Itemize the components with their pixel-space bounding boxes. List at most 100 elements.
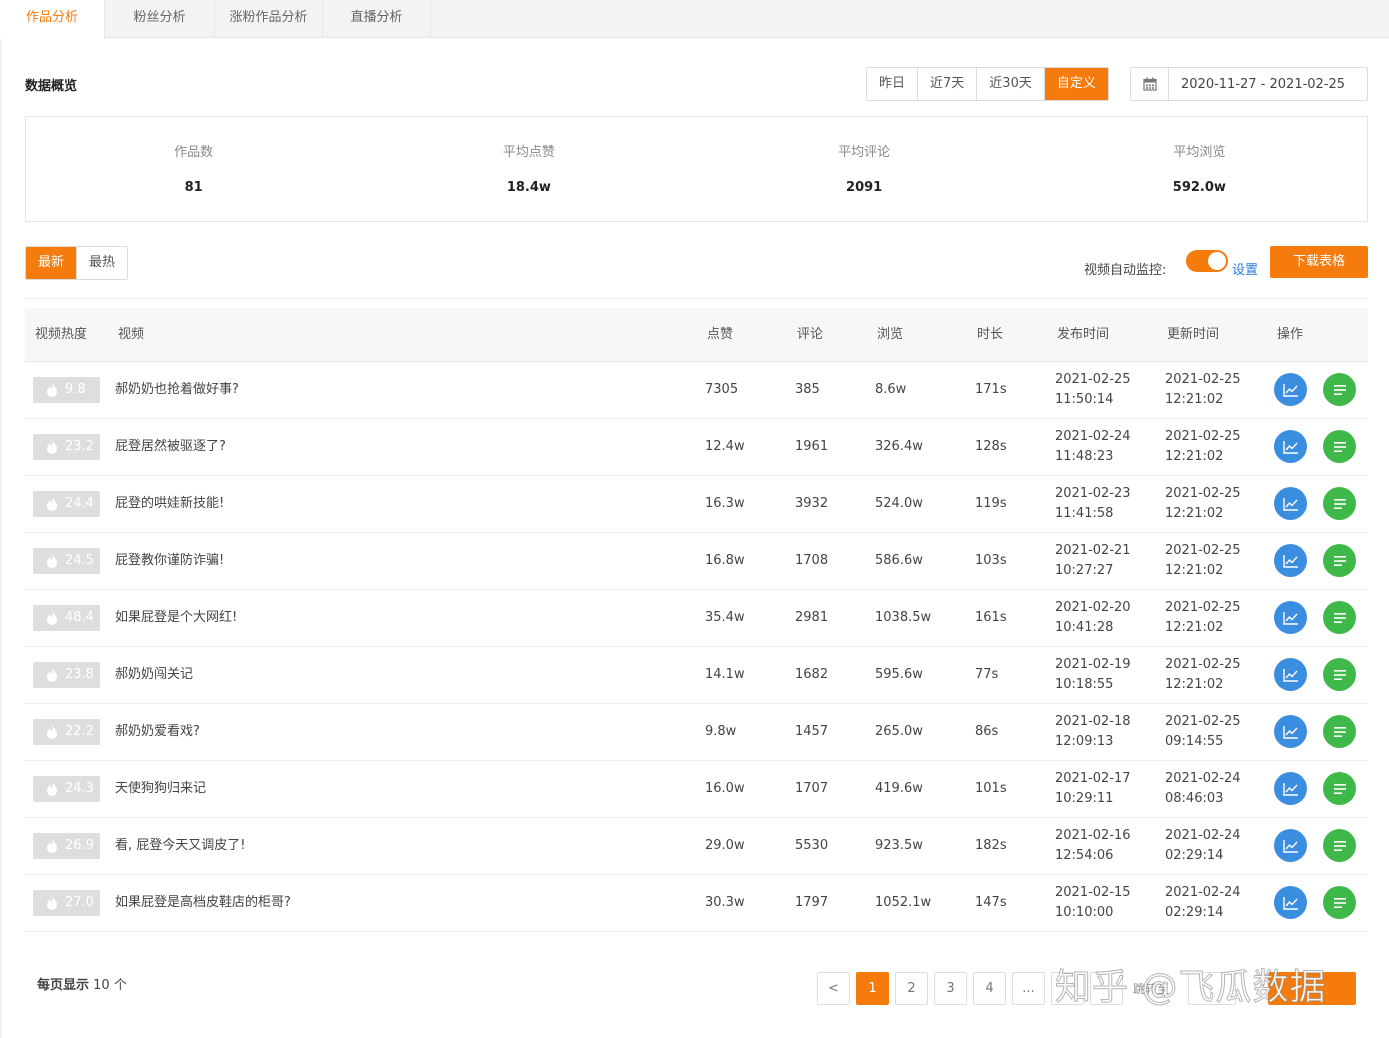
update-time: 2021-02-25 12:21:02	[1165, 655, 1241, 695]
tab-fans-analysis[interactable]: 粉丝分析	[105, 0, 215, 38]
tab-live-analysis[interactable]: 直播分析	[323, 0, 431, 38]
line-chart-icon	[1282, 668, 1298, 682]
update-time: 2021-02-25 12:21:02	[1165, 427, 1241, 467]
update-time: 2021-02-24 08:46:03	[1165, 769, 1241, 809]
flame-icon	[47, 895, 57, 910]
detail-button[interactable]	[1323, 430, 1356, 463]
video-title[interactable]: 如果屁登是高档皮鞋店的柜哥?	[115, 875, 291, 931]
tab-works-analysis[interactable]: 作品分析	[0, 0, 105, 39]
update-clock: 09:14:55	[1165, 734, 1224, 749]
page-button-4[interactable]: 4	[973, 972, 1006, 1005]
list-icon	[1333, 498, 1346, 509]
detail-button[interactable]	[1323, 772, 1356, 805]
comments-value: 1707	[795, 781, 829, 796]
list-icon	[1333, 612, 1346, 623]
likes-value: 7305	[705, 382, 739, 397]
video-title[interactable]: 天使狗狗归来记	[115, 761, 206, 817]
trend-chart-button[interactable]	[1274, 886, 1307, 919]
detail-button[interactable]	[1323, 715, 1356, 748]
update-time: 2021-02-25 09:14:55	[1165, 712, 1241, 752]
heat-badge: 24.5	[33, 548, 100, 574]
publish-time: 2021-02-25 11:50:14	[1055, 370, 1131, 410]
duration-value: 101s	[975, 781, 1007, 796]
trend-chart-button[interactable]	[1274, 829, 1307, 862]
detail-button[interactable]	[1323, 601, 1356, 634]
table-row: 9.8 郝奶奶也抢着做好事? 7305 385 8.6w 171s 2021-0…	[25, 362, 1368, 419]
trend-chart-button[interactable]	[1274, 658, 1307, 691]
update-date: 2021-02-24	[1165, 885, 1241, 900]
video-table-body: 9.8 郝奶奶也抢着做好事? 7305 385 8.6w 171s 2021-0…	[25, 362, 1368, 932]
page-button-1[interactable]: 1	[856, 972, 889, 1005]
publish-date: 2021-02-18	[1055, 714, 1131, 729]
update-clock: 08:46:03	[1165, 791, 1224, 806]
video-title[interactable]: 郝奶奶爱看戏?	[115, 704, 200, 760]
detail-button[interactable]	[1323, 829, 1356, 862]
update-clock: 02:29:14	[1165, 848, 1224, 863]
flame-icon	[47, 382, 57, 397]
calendar-icon	[1131, 68, 1169, 100]
toggle-knob	[1208, 252, 1226, 270]
trend-chart-button[interactable]	[1274, 715, 1307, 748]
update-time: 2021-02-25 12:21:02	[1165, 598, 1241, 638]
trend-chart-button[interactable]	[1274, 487, 1307, 520]
table-row: 24.4 屁登的哄娃新技能! 16.3w 3932 524.0w 119s 20…	[25, 476, 1368, 533]
auto-monitor-label: 视频自动监控:	[1084, 263, 1167, 278]
publish-date: 2021-02-23	[1055, 486, 1131, 501]
video-title[interactable]: 屁登居然被驱逐了?	[115, 419, 226, 475]
page-button-2[interactable]: 2	[895, 972, 928, 1005]
publish-date: 2021-02-16	[1055, 828, 1131, 843]
trend-chart-button[interactable]	[1274, 430, 1307, 463]
video-title[interactable]: 屁登教你谨防诈骗!	[115, 533, 224, 589]
line-chart-icon	[1282, 896, 1298, 910]
comments-value: 1797	[795, 895, 829, 910]
flame-icon	[47, 724, 57, 739]
page-button-3[interactable]: 3	[934, 972, 967, 1005]
detail-button[interactable]	[1323, 544, 1356, 577]
video-title[interactable]: 看, 屁登今天又调皮了!	[115, 818, 245, 874]
video-title[interactable]: 郝奶奶也抢着做好事?	[115, 362, 239, 418]
publish-time: 2021-02-24 11:48:23	[1055, 427, 1131, 467]
video-title[interactable]: 屁登的哄娃新技能!	[115, 476, 224, 532]
publish-date: 2021-02-21	[1055, 543, 1131, 558]
download-table-button[interactable]: 下载表格	[1270, 246, 1368, 278]
trend-chart-button[interactable]	[1274, 772, 1307, 805]
publish-clock: 11:50:14	[1055, 392, 1114, 407]
header-views: 浏览	[877, 327, 904, 342]
views-value: 326.4w	[875, 439, 923, 454]
range-yesterday-button[interactable]: 昨日	[867, 68, 919, 100]
date-range-picker[interactable]: 2020-11-27 - 2021-02-25	[1130, 67, 1368, 101]
sort-hottest-button[interactable]: 最热	[76, 247, 128, 279]
trend-chart-button[interactable]	[1274, 373, 1307, 406]
video-title[interactable]: 郝奶奶闯关记	[115, 647, 193, 703]
video-title[interactable]: 如果屁登是个大网红!	[115, 590, 237, 646]
tab-growth-works-analysis[interactable]: 涨粉作品分析	[215, 0, 323, 38]
update-date: 2021-02-25	[1165, 600, 1241, 615]
comments-value: 5530	[795, 838, 829, 853]
stat-value: 18.4w	[506, 180, 551, 195]
detail-button[interactable]	[1323, 487, 1356, 520]
heat-value: 23.8	[65, 667, 94, 682]
prev-page-button[interactable]: <	[817, 972, 850, 1005]
publish-clock: 11:41:58	[1055, 506, 1114, 521]
heat-value: 24.4	[65, 496, 94, 511]
duration-value: 147s	[975, 895, 1007, 910]
trend-chart-button[interactable]	[1274, 544, 1307, 577]
auto-monitor-toggle[interactable]	[1186, 250, 1228, 272]
sort-latest-button[interactable]: 最新	[26, 247, 77, 279]
comments-value: 1682	[795, 667, 829, 682]
monitor-settings-link[interactable]: 设置	[1232, 259, 1258, 278]
detail-button[interactable]	[1323, 658, 1356, 691]
detail-button[interactable]	[1323, 886, 1356, 919]
trend-chart-button[interactable]	[1274, 601, 1307, 634]
heat-value: 48.4	[65, 610, 94, 625]
detail-button[interactable]	[1323, 373, 1356, 406]
update-clock: 12:21:02	[1165, 392, 1224, 407]
publish-date: 2021-02-25	[1055, 372, 1131, 387]
update-time: 2021-02-25 12:21:02	[1165, 541, 1241, 581]
range-30days-button[interactable]: 近30天	[977, 68, 1045, 100]
heat-value: 22.2	[65, 724, 94, 739]
range-7days-button[interactable]: 近7天	[918, 68, 978, 100]
heat-badge: 22.2	[33, 719, 100, 745]
stat-value: 81	[184, 180, 203, 195]
range-custom-button[interactable]: 自定义	[1044, 68, 1108, 100]
